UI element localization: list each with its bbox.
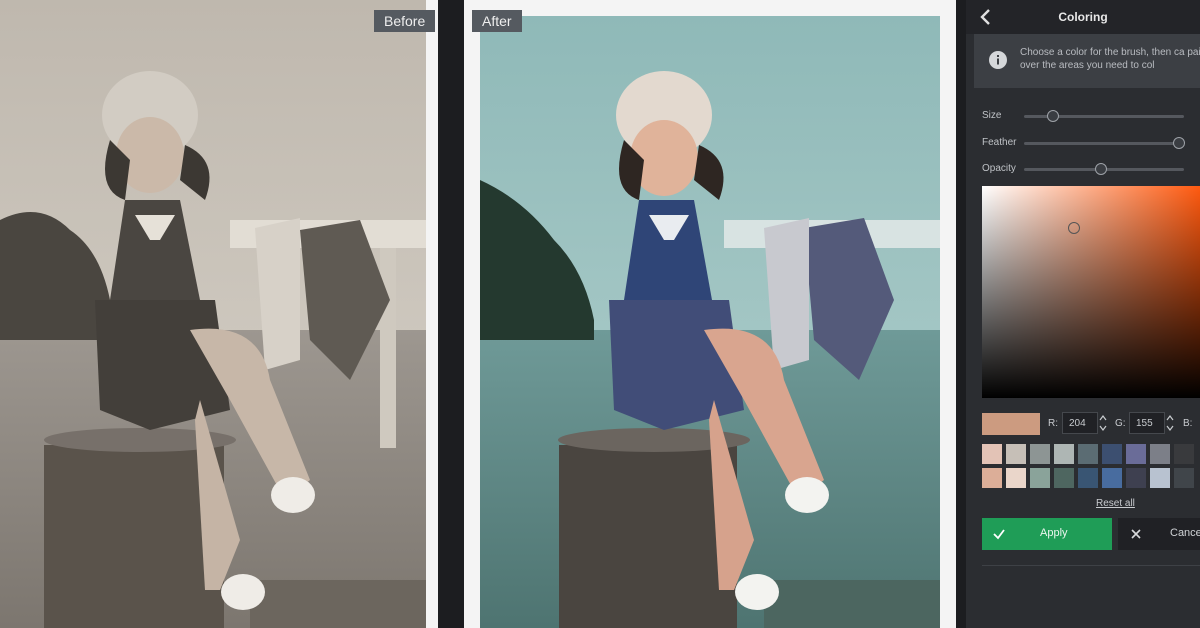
g-value-input[interactable]: 155 bbox=[1129, 412, 1165, 434]
panel-title: Coloring bbox=[1058, 10, 1108, 24]
color-swatch[interactable] bbox=[1174, 468, 1194, 488]
close-icon bbox=[1131, 529, 1141, 539]
color-swatch[interactable] bbox=[1054, 444, 1074, 464]
size-slider-thumb[interactable] bbox=[1046, 110, 1059, 122]
apply-button[interactable]: Apply bbox=[982, 518, 1112, 550]
color-swatch[interactable] bbox=[1174, 444, 1194, 464]
color-swatch[interactable] bbox=[1150, 444, 1170, 464]
color-swatch[interactable] bbox=[1078, 444, 1098, 464]
color-swatch[interactable] bbox=[1006, 468, 1026, 488]
color-swatch[interactable] bbox=[1030, 468, 1050, 488]
feather-slider-track[interactable] bbox=[1024, 142, 1184, 145]
color-swatch[interactable] bbox=[982, 468, 1002, 488]
before-photo bbox=[0, 0, 426, 628]
current-color-swatch bbox=[982, 413, 1040, 435]
color-swatch[interactable] bbox=[1102, 468, 1122, 488]
panel-divider bbox=[982, 565, 1200, 566]
reset-all-link[interactable]: Reset all bbox=[1096, 498, 1135, 509]
opacity-slider-thumb[interactable] bbox=[1094, 163, 1107, 175]
feather-label: Feather bbox=[982, 137, 1017, 148]
g-stepper-icon[interactable] bbox=[1165, 412, 1175, 434]
after-label: After bbox=[472, 10, 522, 32]
color-swatch[interactable] bbox=[1126, 468, 1146, 488]
b-label: B: bbox=[1183, 418, 1193, 429]
feather-slider-thumb[interactable] bbox=[1173, 137, 1186, 149]
info-box: Choose a color for the brush, then ca pa… bbox=[974, 34, 1200, 88]
opacity-label: Opacity bbox=[982, 163, 1016, 174]
color-swatch[interactable] bbox=[1054, 468, 1074, 488]
r-label: R: bbox=[1048, 418, 1058, 429]
coloring-panel: Coloring Choose a color for the brush, t… bbox=[966, 0, 1200, 628]
r-stepper-icon[interactable] bbox=[1098, 412, 1108, 434]
after-photo-panel: After bbox=[464, 0, 956, 628]
panel-header: Coloring bbox=[966, 0, 1200, 34]
panel-separator bbox=[438, 0, 464, 628]
before-label: Before bbox=[374, 10, 436, 32]
info-text: Choose a color for the brush, then ca pa… bbox=[1020, 47, 1200, 71]
color-swatch[interactable] bbox=[982, 444, 1002, 464]
info-icon bbox=[989, 51, 1007, 69]
size-label: Size bbox=[982, 110, 1002, 121]
before-photo-panel: Before bbox=[0, 0, 438, 628]
g-label: G: bbox=[1115, 418, 1126, 429]
color-picker-area[interactable] bbox=[982, 186, 1200, 398]
panel-gutter bbox=[956, 0, 966, 628]
color-swatch[interactable] bbox=[1150, 468, 1170, 488]
color-swatch[interactable] bbox=[1030, 444, 1050, 464]
color-swatch[interactable] bbox=[1102, 444, 1122, 464]
r-value-input[interactable]: 204 bbox=[1062, 412, 1098, 434]
cancel-button[interactable]: Cance bbox=[1118, 518, 1200, 550]
checkmark-icon bbox=[993, 529, 1005, 540]
apply-label: Apply bbox=[1040, 527, 1068, 539]
cancel-label: Cance bbox=[1170, 527, 1200, 539]
picker-cursor[interactable] bbox=[1068, 222, 1080, 234]
color-swatch[interactable] bbox=[1006, 444, 1026, 464]
color-swatch[interactable] bbox=[1126, 444, 1146, 464]
after-photo bbox=[480, 16, 940, 628]
color-swatch[interactable] bbox=[1078, 468, 1098, 488]
